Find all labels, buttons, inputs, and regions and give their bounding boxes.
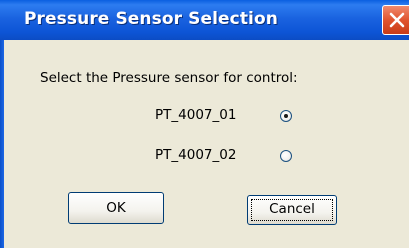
close-icon: [389, 12, 405, 28]
option-label-pt-4007-01: PT_4007_01: [155, 107, 237, 123]
close-button[interactable]: [382, 5, 409, 35]
cancel-button[interactable]: Cancel: [247, 195, 337, 225]
radio-pt-4007-01[interactable]: [280, 110, 292, 122]
radio-pt-4007-02[interactable]: [280, 150, 292, 162]
selection-prompt: Select the Pressure sensor for control:: [40, 70, 298, 86]
cancel-button-label: Cancel: [269, 201, 315, 217]
dialog-window: Pressure Sensor Selection Select the Pre…: [0, 0, 409, 248]
window-title: Pressure Sensor Selection: [24, 9, 278, 29]
option-label-pt-4007-02: PT_4007_02: [155, 147, 237, 163]
ok-button[interactable]: OK: [68, 192, 164, 224]
dialog-body: Select the Pressure sensor for control: …: [4, 40, 409, 248]
title-bar[interactable]: Pressure Sensor Selection: [0, 0, 409, 40]
radio-selected-dot: [284, 114, 288, 118]
